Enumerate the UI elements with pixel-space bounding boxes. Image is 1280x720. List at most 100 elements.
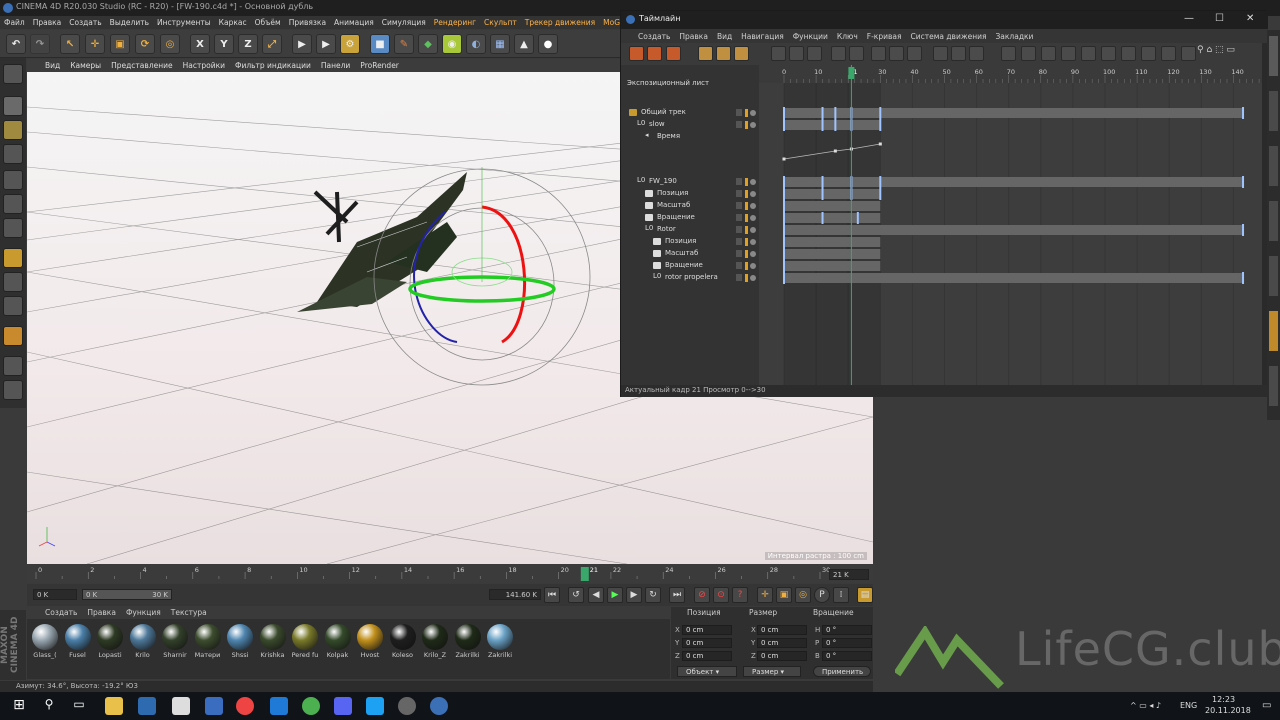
autokey-icon[interactable]: ⊙ <box>713 587 729 603</box>
track-row[interactable]: Общий трек <box>621 107 759 119</box>
material-item[interactable]: Krilo_Z <box>421 623 449 661</box>
coordinate-input[interactable]: 0 cm <box>682 625 732 635</box>
render-picture-viewer-icon[interactable]: ▶ <box>316 34 336 54</box>
timeline-menu-item-8[interactable]: Закладки <box>996 32 1034 43</box>
material-item[interactable]: Матери <box>194 623 222 661</box>
timeline-menu-item-0[interactable]: Создать <box>638 32 670 43</box>
timeline-tool-icon[interactable] <box>807 46 822 61</box>
track-row[interactable]: Вращение <box>621 260 759 272</box>
menu-item-8[interactable]: Анимация <box>334 18 374 29</box>
timeline-tool-icon[interactable] <box>907 46 922 61</box>
keyframe[interactable] <box>856 212 859 224</box>
keyframe-selection-icon[interactable]: ? <box>732 587 748 603</box>
keyframe[interactable] <box>783 272 785 284</box>
timeline-tool-icon[interactable] <box>716 46 731 61</box>
side-tab[interactable] <box>1269 91 1278 131</box>
track-toggle-icons[interactable] <box>736 214 756 222</box>
playhead-handle[interactable] <box>848 67 855 79</box>
keyframe[interactable] <box>783 224 785 236</box>
previous-key-icon[interactable]: ↺ <box>568 587 584 603</box>
curve-key[interactable] <box>833 149 837 153</box>
keyframe[interactable] <box>783 107 785 119</box>
material-item[interactable]: Zakrilki <box>486 623 514 661</box>
floor-icon[interactable]: ▦ <box>490 34 510 54</box>
side-tab[interactable] <box>1269 256 1278 296</box>
viewport-menu-item-0[interactable]: Вид <box>45 61 60 72</box>
chrome-icon[interactable] <box>236 697 254 715</box>
track-bar[interactable] <box>784 261 881 271</box>
clock-time[interactable]: 12:23 <box>1212 695 1235 704</box>
coordinate-input[interactable]: 0 cm <box>757 651 807 661</box>
side-tab[interactable] <box>1269 366 1278 406</box>
subdivision-icon[interactable]: ◆ <box>418 34 438 54</box>
coordinate-mode-dropdown[interactable]: Объект ▾ <box>677 666 737 677</box>
key-pla-icon[interactable]: ⁞ <box>833 587 849 603</box>
timeline-tool-icon[interactable] <box>771 46 786 61</box>
material-menu-item-3[interactable]: Текстура <box>171 608 207 619</box>
timeline-tool-icon[interactable] <box>734 46 749 61</box>
timeline-tool-icon[interactable] <box>969 46 984 61</box>
track-row[interactable]: Масштаб <box>621 248 759 260</box>
timeline-tool-icon[interactable] <box>889 46 904 61</box>
cinema4d-taskbar-icon[interactable] <box>430 697 448 715</box>
material-item[interactable]: Shssi <box>226 623 254 661</box>
x-axis-icon[interactable]: X <box>190 34 210 54</box>
axis-mode-icon[interactable] <box>3 248 23 268</box>
track-row[interactable]: Позиция <box>621 236 759 248</box>
viewport-menu-item-2[interactable]: Представление <box>111 61 173 72</box>
track-row[interactable]: L0 rotor propelera <box>621 272 759 284</box>
range-slider[interactable]: 0 K 30 K <box>82 589 172 600</box>
timeline-tool-icon[interactable] <box>647 46 662 61</box>
next-key-icon[interactable]: ↻ <box>645 587 661 603</box>
keyframe[interactable] <box>821 176 824 188</box>
side-tab[interactable] <box>1269 36 1278 76</box>
skype-icon[interactable] <box>366 697 384 715</box>
timeline-nav-icons[interactable]: ⚲ ⌂ ⬚ ▭ <box>1197 45 1235 55</box>
recent-tool-icon[interactable]: ◎ <box>160 34 180 54</box>
viewport-menu-item-4[interactable]: Фильтр индикации <box>235 61 311 72</box>
keyframe[interactable] <box>834 119 837 131</box>
apply-button[interactable]: Применить <box>813 666 871 677</box>
material-item[interactable]: Koleso <box>389 623 417 661</box>
windows-start-icon[interactable]: ⊞ <box>10 697 28 715</box>
close-icon[interactable]: ✕ <box>1246 13 1254 24</box>
app-icon[interactable] <box>138 697 156 715</box>
camera-icon[interactable]: ▲ <box>514 34 534 54</box>
render-view-icon[interactable]: ▶ <box>292 34 312 54</box>
coordinate-input[interactable]: 0 cm <box>682 638 732 648</box>
menu-item-12[interactable]: Трекер движения <box>525 18 595 29</box>
grid-icon[interactable] <box>3 380 23 400</box>
track-bar[interactable] <box>784 189 881 199</box>
menu-item-0[interactable]: Файл <box>4 18 25 29</box>
airplane-model[interactable] <box>297 172 467 312</box>
curve-key[interactable] <box>782 157 786 161</box>
mail-icon[interactable] <box>172 697 190 715</box>
redo-icon[interactable]: ↷ <box>30 34 50 54</box>
menu-item-1[interactable]: Правка <box>33 18 62 29</box>
make-editable-icon[interactable] <box>3 64 23 84</box>
timeline-tool-icon[interactable] <box>1081 46 1096 61</box>
next-frame-icon[interactable]: ▶ <box>626 587 642 603</box>
scale-tool-icon[interactable]: ▣ <box>110 34 130 54</box>
current-frame-marker[interactable] <box>580 567 589 581</box>
side-tab[interactable] <box>1269 311 1278 351</box>
language-indicator[interactable]: ENG <box>1180 701 1197 710</box>
edge-icon[interactable] <box>270 697 288 715</box>
track-row[interactable]: Вращение <box>621 212 759 224</box>
keyframe[interactable] <box>783 260 785 272</box>
track-toggle-icons[interactable] <box>736 226 756 234</box>
material-menu-item-0[interactable]: Создать <box>45 608 77 619</box>
keyframe[interactable] <box>783 248 785 260</box>
explorer-icon[interactable] <box>105 697 123 715</box>
select-tool-icon[interactable]: ↖ <box>60 34 80 54</box>
keyframe[interactable] <box>1242 176 1245 188</box>
keyframe[interactable] <box>783 236 785 248</box>
search-icon[interactable]: ⚲ <box>40 697 58 715</box>
coordinate-input[interactable]: 0 ° <box>822 638 872 648</box>
material-menu-item-1[interactable]: Правка <box>87 608 116 619</box>
keyframe[interactable] <box>783 188 785 200</box>
keyframe[interactable] <box>821 119 824 131</box>
pen-icon[interactable]: ✎ <box>394 34 414 54</box>
menu-item-4[interactable]: Инструменты <box>157 18 211 29</box>
timeline-menu-item-2[interactable]: Вид <box>717 32 732 43</box>
